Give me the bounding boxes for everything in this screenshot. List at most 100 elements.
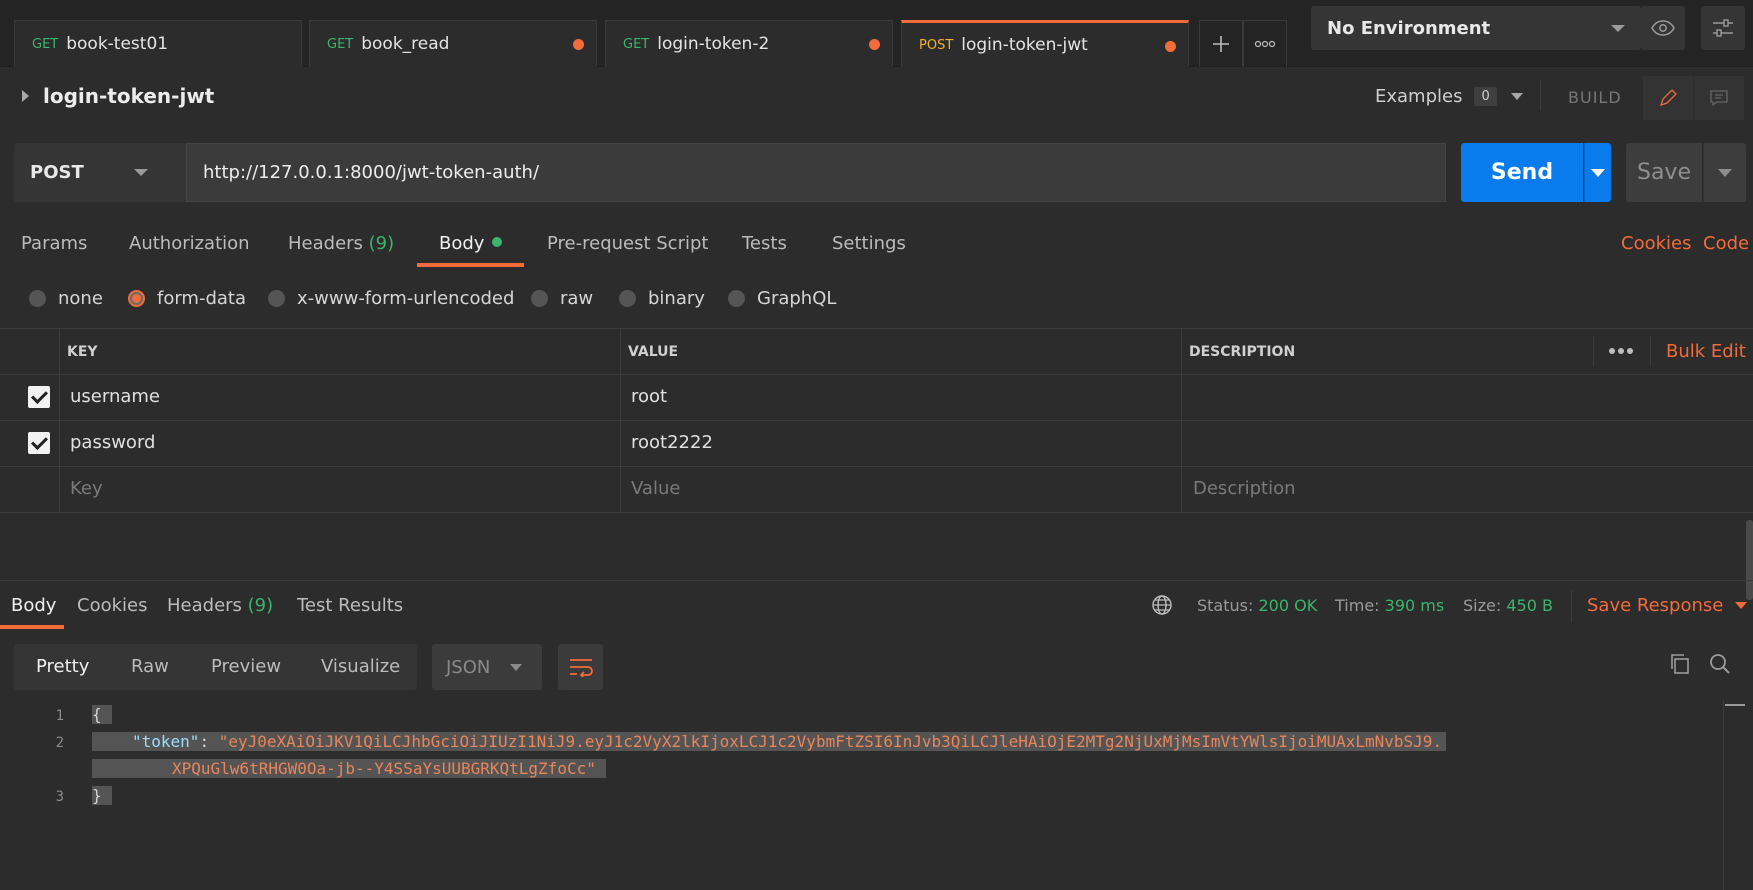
json-colon: : — [199, 732, 219, 751]
response-tab-test-results[interactable]: Test Results — [297, 595, 403, 616]
request-tab-login-token-jwt[interactable]: POST login-token-jwt — [901, 20, 1189, 67]
view-pretty-button[interactable]: Pretty — [36, 656, 89, 677]
wrap-lines-button[interactable] — [558, 644, 603, 690]
json-string: XPQuGlw6tRHGW0Oa-jb--Y4SSaYsUUBGRKQtLgZf… — [172, 759, 596, 778]
code-line-3[interactable]: } — [92, 786, 112, 805]
url-input[interactable]: http://127.0.0.1:8000/jwt-token-auth/ — [186, 143, 1446, 202]
save-response-dropdown[interactable]: Save Response — [1587, 595, 1748, 616]
description-input-placeholder[interactable]: Description — [1193, 478, 1296, 499]
radio-x-www-form-urlencoded[interactable]: x-www-form-urlencoded — [268, 288, 514, 309]
table-border — [0, 374, 1753, 375]
globe-icon — [1152, 595, 1172, 615]
radio-label: binary — [648, 288, 705, 309]
radio-raw[interactable]: raw — [531, 288, 593, 309]
new-tab-button[interactable] — [1199, 20, 1243, 67]
radio-graphql[interactable]: GraphQL — [728, 288, 836, 309]
row-enabled-checkbox[interactable] — [28, 432, 50, 454]
save-button[interactable]: Save — [1626, 143, 1702, 202]
response-tab-cookies[interactable]: Cookies — [77, 595, 147, 616]
table-options-button[interactable] — [1608, 340, 1634, 360]
radio-circle-selected — [128, 290, 145, 307]
tab-headers[interactable]: Headers (9) — [288, 233, 394, 254]
request-tab-book-read[interactable]: GET book_read — [309, 20, 597, 67]
cookies-link[interactable]: Cookies — [1621, 233, 1691, 254]
active-tab-indicator — [417, 263, 524, 267]
radio-label: form-data — [157, 288, 247, 309]
code-line-2[interactable]: "token": "eyJ0eXAiOiJKV1QiLCJhbGciOiJIUz… — [92, 732, 1447, 751]
request-name[interactable]: login-token-jwt — [22, 84, 214, 108]
chevron-down-icon — [1591, 168, 1605, 177]
row-enabled-checkbox[interactable] — [28, 386, 50, 408]
value-input-placeholder[interactable]: Value — [631, 478, 680, 499]
code-link[interactable]: Code — [1703, 233, 1749, 254]
environment-select[interactable]: No Environment — [1311, 6, 1641, 50]
format-select[interactable]: JSON — [432, 644, 542, 690]
method-value: POST — [30, 162, 84, 183]
code-line-1[interactable]: { — [92, 705, 112, 724]
more-horizontal-icon — [1609, 348, 1633, 354]
copy-button[interactable] — [1668, 652, 1692, 681]
key-input-placeholder[interactable]: Key — [70, 478, 103, 499]
network-info-button[interactable] — [1151, 594, 1173, 621]
view-visualize-button[interactable]: Visualize — [321, 656, 400, 677]
radio-binary[interactable]: binary — [619, 288, 705, 309]
key-cell[interactable]: username — [70, 386, 160, 407]
code-line-2-wrap[interactable]: XPQuGlw6tRHGW0Oa-jb--Y4SSaYsUUBGRKQtLgZf… — [92, 759, 606, 778]
request-title: login-token-jwt — [43, 84, 215, 108]
edit-button[interactable] — [1643, 76, 1693, 120]
tab-title: book-test01 — [66, 34, 169, 54]
manage-environments-button[interactable] — [1701, 6, 1745, 50]
chevron-down-icon — [510, 664, 522, 671]
tab-pre-request-script[interactable]: Pre-request Script — [547, 233, 708, 254]
pane-divider[interactable] — [0, 580, 1753, 581]
view-preview-button[interactable]: Preview — [211, 656, 281, 677]
tab-authorization[interactable]: Authorization — [129, 233, 250, 254]
build-mode-label[interactable]: BUILD — [1568, 88, 1622, 107]
value-cell[interactable]: root2222 — [631, 432, 713, 453]
key-cell[interactable]: password — [70, 432, 155, 453]
request-tab-book-test01[interactable]: GET book-test01 — [14, 20, 302, 67]
response-tab-body[interactable]: Body — [11, 595, 56, 616]
response-status: Status: 200 OK — [1197, 596, 1317, 615]
view-raw-button[interactable]: Raw — [131, 656, 169, 677]
radio-label: GraphQL — [757, 288, 837, 309]
status-dot-icon — [492, 237, 503, 247]
radio-circle — [29, 290, 46, 307]
tab-params[interactable]: Params — [21, 233, 87, 254]
eye-icon — [1651, 20, 1675, 36]
environment-quick-look-button[interactable] — [1641, 6, 1685, 50]
tab-options-button[interactable] — [1243, 20, 1287, 67]
tab-settings[interactable]: Settings — [832, 233, 906, 254]
response-tab-headers[interactable]: Headers (9) — [167, 595, 273, 616]
comments-button[interactable] — [1694, 76, 1744, 120]
status-label: Status: — [1197, 596, 1254, 615]
method-label: GET — [32, 36, 59, 52]
bulk-edit-link[interactable]: Bulk Edit — [1666, 341, 1746, 362]
radio-circle — [619, 290, 636, 307]
tab-tests[interactable]: Tests — [742, 233, 787, 254]
tab-body[interactable]: Body — [439, 233, 503, 254]
request-tab-login-token-2[interactable]: GET login-token-2 — [605, 20, 893, 67]
radio-circle — [268, 290, 285, 307]
method-select[interactable]: POST — [14, 143, 186, 202]
format-value: JSON — [446, 656, 491, 678]
pencil-icon — [1659, 89, 1677, 107]
save-options-button[interactable] — [1703, 143, 1746, 202]
value-cell[interactable]: root — [631, 386, 667, 407]
search-button[interactable] — [1708, 652, 1732, 681]
tab-title: login-token-2 — [657, 34, 770, 54]
status-value: 200 OK — [1258, 596, 1318, 615]
send-options-button[interactable] — [1584, 143, 1611, 202]
send-button[interactable]: Send — [1461, 143, 1583, 202]
form-data-table — [0, 328, 1753, 513]
table-border — [1593, 336, 1594, 366]
environment-label: No Environment — [1327, 17, 1491, 39]
chevron-down-icon — [1718, 168, 1732, 177]
unsaved-dot-icon — [869, 39, 880, 50]
scrollbar-thumb[interactable] — [1746, 520, 1753, 600]
examples-dropdown[interactable]: Examples 0 — [1375, 86, 1523, 107]
radio-form-data[interactable]: form-data — [128, 288, 246, 309]
radio-none[interactable]: none — [29, 288, 103, 309]
chevron-down-icon — [1735, 602, 1748, 609]
chevron-down-icon — [1510, 93, 1523, 100]
